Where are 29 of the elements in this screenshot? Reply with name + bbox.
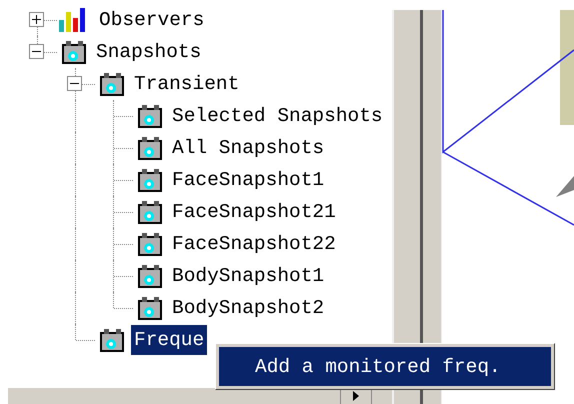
camera-icon (138, 168, 162, 192)
camera-icon (138, 264, 162, 288)
right-arrow-icon (353, 391, 359, 401)
tree-item[interactable]: Freque (131, 325, 208, 355)
tree-item[interactable]: Transient (131, 69, 242, 99)
tree-item[interactable]: Selected Snapshots (169, 101, 386, 131)
horizontal-scrollbar[interactable] (8, 387, 392, 404)
camera-icon (138, 296, 162, 320)
tree-item[interactable]: Observers (96, 5, 208, 35)
tree-expander[interactable] (29, 44, 44, 59)
camera-icon (138, 200, 162, 224)
tree-expander[interactable] (29, 12, 44, 27)
camera-icon (62, 40, 86, 64)
tree-item[interactable]: BodySnapshot1 (169, 261, 328, 291)
tree-item[interactable]: FaceSnapshot22 (169, 229, 339, 259)
camera-icon (138, 136, 162, 160)
expand-icon (32, 15, 41, 24)
menu-item[interactable]: Add a monitored freq. (219, 347, 551, 386)
tree-item[interactable]: FaceSnapshot1 (169, 165, 328, 195)
tree-item[interactable]: BodySnapshot2 (169, 293, 328, 323)
camera-icon (138, 104, 162, 128)
pointed-shape-drawing (556, 176, 574, 197)
tree-expander[interactable] (67, 76, 82, 91)
camera-icon (138, 232, 162, 256)
tree-item[interactable]: FaceSnapshot21 (169, 197, 339, 227)
camera-icon (100, 72, 124, 96)
tree-item[interactable]: Snapshots (93, 37, 204, 67)
tree-item[interactable]: All Snapshots (169, 133, 328, 163)
camera-icon (100, 328, 124, 352)
